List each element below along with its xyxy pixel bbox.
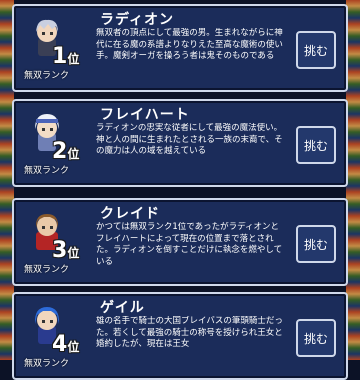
background-right-border: [346, 0, 360, 360]
challenge-button[interactable]: 挑む: [296, 319, 336, 357]
character-name: ゲイル: [100, 300, 145, 316]
challenge-button[interactable]: 挑む: [296, 126, 336, 164]
ranking-list[interactable]: 1位 無双ランク ラディオン 無双者の頂点にして最強の男。生まれながらに神代に在…: [12, 0, 348, 380]
challenge-button[interactable]: 挑む: [296, 31, 336, 69]
rank-label: 無双ランク: [24, 71, 70, 81]
rank-label: 無双ランク: [24, 359, 70, 369]
rank-label: 無双ランク: [24, 265, 70, 275]
rank-position: 4位: [52, 332, 80, 357]
character-description: かつては無双ランク1位であったがラディオンとフレイハートによって現在の位置まで落…: [96, 222, 283, 267]
character-name: フレイハート: [100, 107, 190, 123]
ranking-card-1: 1位 無双ランク ラディオン 無双者の頂点にして最強の男。生まれながらに神代に在…: [12, 4, 348, 92]
character-name: クレイド: [100, 206, 160, 222]
ranking-card-3: 3位 無双ランク クレイド かつては無双ランク1位であったがラディオンとフレイハ…: [12, 198, 348, 286]
ranking-card-4: 4位 無双ランク ゲイル 雄の名手で騎士の大国ブレイバスの筆頭騎士だった。若くし…: [12, 292, 348, 380]
rank-position: 3位: [52, 238, 80, 263]
character-description: 雄の名手で騎士の大国ブレイバスの筆頭騎士だった。若くして最強の騎士の称号を授けら…: [96, 316, 283, 349]
character-description: 無双者の頂点にして最強の男。生まれながらに神代に在る魔の系譜よりなりえた至高な魔…: [96, 28, 283, 61]
rank-label: 無双ランク: [24, 166, 70, 176]
character-name: ラディオン: [100, 12, 175, 28]
challenge-button[interactable]: 挑む: [296, 225, 336, 263]
rank-position: 1位: [52, 44, 80, 69]
ranking-card-2: 2位 無双ランク フレイハート ラディオンの忠実な従者にして最強の魔法使い。神と…: [12, 99, 348, 187]
rank-position: 2位: [52, 139, 80, 164]
character-description: ラディオンの忠実な従者にして最強の魔法使い。神と人の間に生まれたとされる一族の末…: [96, 123, 283, 156]
